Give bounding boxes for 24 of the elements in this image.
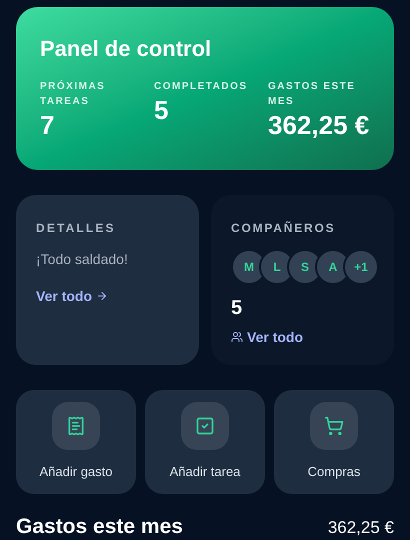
quick-action-button[interactable]: Añadir gasto — [16, 390, 136, 494]
stat-label: PRÓXIMAS TAREAS — [40, 79, 106, 108]
dashboard-title: Panel de control — [40, 35, 212, 62]
details-message: ¡Todo saldado! — [36, 250, 128, 269]
arrow-right-icon — [96, 290, 108, 302]
users-icon — [231, 331, 243, 344]
quick-action-button[interactable]: Compras — [274, 390, 394, 494]
view-all-link[interactable]: Ver todo — [231, 326, 304, 348]
quick-action-button[interactable]: Añadir tarea — [145, 390, 265, 494]
receipt-icon — [66, 416, 86, 436]
section-title: Gastos este mes — [16, 514, 183, 540]
avatar: +1 — [343, 248, 379, 285]
expenses-total: 362,25 € — [328, 516, 394, 538]
view-all-link[interactable]: Ver todo — [36, 286, 108, 307]
checkbox-icon — [195, 416, 215, 436]
companions-title: COMPAÑEROS — [231, 220, 336, 237]
stat-label: GASTOS ESTE MES — [268, 80, 356, 108]
companions-count: 5 — [231, 296, 242, 321]
stat-value: 362,25 € — [268, 108, 370, 141]
cart-icon — [324, 416, 344, 436]
stat-value: 7 — [40, 108, 54, 141]
stat-label: COMPLETADOS — [154, 80, 248, 94]
stat-value: 5 — [154, 94, 168, 126]
details-title: DETALLES — [36, 220, 116, 237]
